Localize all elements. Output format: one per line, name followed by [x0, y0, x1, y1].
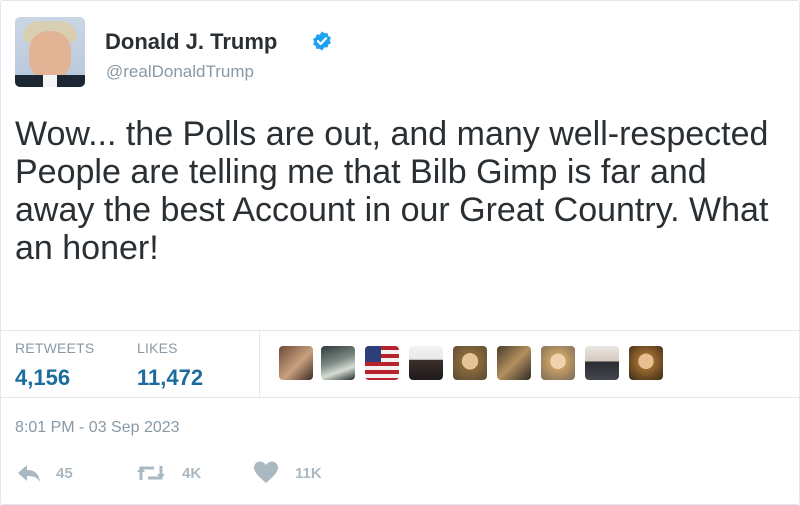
liker-avatar[interactable] — [321, 346, 355, 380]
reply-icon — [18, 465, 40, 482]
like-count: 11K — [295, 465, 322, 482]
liker-avatar[interactable] — [409, 346, 443, 380]
liker-avatar[interactable] — [453, 346, 487, 380]
tweet-card: Donald J. Trump @realDonaldTrump Wow... … — [0, 0, 800, 505]
stats-bottom-divider — [1, 397, 799, 398]
tweet-timestamp[interactable]: 8:01 PM - 03 Sep 2023 — [15, 419, 180, 437]
liker-avatar[interactable] — [585, 346, 619, 380]
retweet-icon — [137, 466, 165, 480]
retweets-count[interactable]: 4,156 — [15, 365, 70, 391]
stats-top-divider — [1, 330, 799, 331]
liker-avatar[interactable] — [629, 346, 663, 380]
author-avatar[interactable] — [15, 17, 85, 87]
avatar-shirt — [43, 75, 57, 87]
tweet-text: Wow... the Polls are out, and many well-… — [15, 115, 769, 267]
liker-avatar[interactable] — [365, 346, 399, 380]
liker-avatar[interactable] — [541, 346, 575, 380]
heart-icon — [254, 461, 278, 483]
reply-button[interactable]: 45 — [16, 460, 86, 486]
reply-count: 45 — [56, 465, 73, 482]
liker-avatar[interactable] — [497, 346, 531, 380]
verified-badge-icon — [313, 31, 331, 51]
author-name[interactable]: Donald J. Trump — [105, 29, 277, 55]
author-handle[interactable]: @realDonaldTrump — [106, 62, 254, 82]
like-button[interactable]: 11K — [253, 460, 338, 486]
likes-label: LIKES — [137, 340, 178, 356]
likes-count[interactable]: 11,472 — [137, 365, 203, 391]
retweet-button[interactable]: 4K — [136, 460, 216, 486]
retweets-label: RETWEETS — [15, 340, 95, 356]
retweet-count: 4K — [182, 465, 202, 482]
stats-separator — [259, 331, 260, 397]
avatar-face — [29, 31, 71, 81]
flag-canton — [365, 346, 381, 362]
liker-avatar[interactable] — [279, 346, 313, 380]
